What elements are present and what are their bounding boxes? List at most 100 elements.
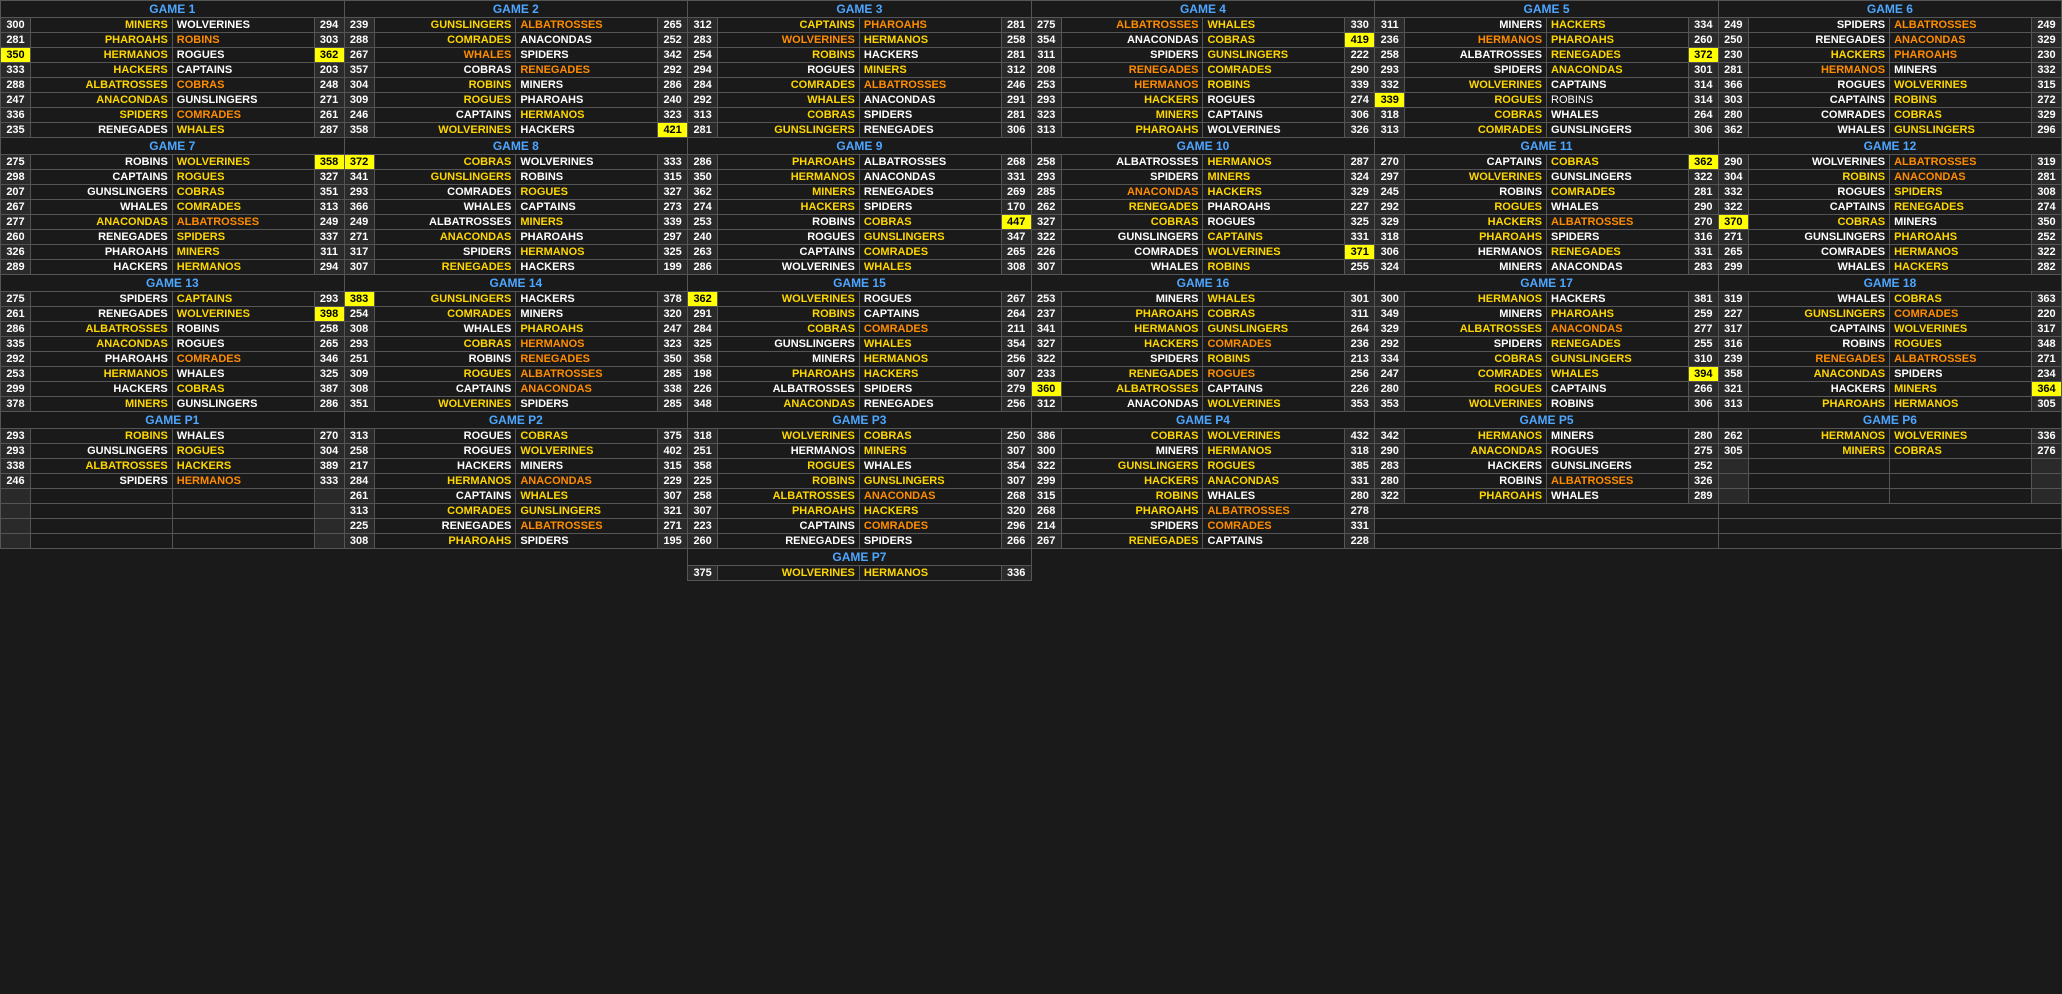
score: 270 <box>314 429 344 444</box>
team: ALBATROSSES <box>718 382 860 397</box>
team: MINERS <box>1061 108 1203 123</box>
score: 332 <box>1375 78 1405 93</box>
team: PHAROAHS <box>516 230 658 245</box>
team: CAPTAINS <box>718 245 860 260</box>
score: 292 <box>1375 200 1405 215</box>
team: HACKERS <box>1061 337 1203 352</box>
team: HERMANOS <box>516 245 658 260</box>
score: 253 <box>1 367 31 382</box>
score: 322 <box>1031 230 1061 245</box>
team: COBRAS <box>1405 352 1547 367</box>
score: 342 <box>1375 429 1405 444</box>
score: 217 <box>344 459 374 474</box>
team: COBRAS <box>718 108 860 123</box>
team: HACKERS <box>718 200 860 215</box>
team: WHALES <box>1203 292 1345 307</box>
game1-header: GAME 1 <box>1 1 345 18</box>
team: HERMANOS <box>1061 322 1203 337</box>
team: PHAROAHS <box>374 534 516 549</box>
team: CAPTAINS <box>1203 230 1345 245</box>
team: WOLVERINES <box>1203 397 1345 412</box>
score <box>314 504 344 519</box>
team: CAPTAINS <box>1203 382 1345 397</box>
score: 309 <box>344 93 374 108</box>
team: COMRADES <box>859 519 1001 534</box>
team: ALBATROSSES <box>31 459 173 474</box>
team: ROBINS <box>1405 185 1547 200</box>
score: 307 <box>1031 260 1061 275</box>
score: 300 <box>1 18 31 33</box>
team: MINERS <box>1061 292 1203 307</box>
score: 170 <box>1001 200 1031 215</box>
team: SPIDERS <box>1061 519 1203 534</box>
score: 251 <box>688 444 718 459</box>
score: 225 <box>344 519 374 534</box>
score: 338 <box>1 459 31 474</box>
score: 274 <box>2032 200 2062 215</box>
empty-cell <box>1 566 345 581</box>
team: HACKERS <box>1748 48 1889 63</box>
team: ROBINS <box>1203 352 1345 367</box>
team: PHAROAHS <box>1547 307 1689 322</box>
team: RENEGADES <box>31 230 173 245</box>
score: 198 <box>688 367 718 382</box>
empty-cell <box>1375 549 1719 566</box>
score: 303 <box>314 33 344 48</box>
score: 270 <box>1688 215 1718 230</box>
score-highlight: 394 <box>1688 367 1718 382</box>
team: WOLVERINES <box>1405 78 1547 93</box>
score: 307 <box>658 489 688 504</box>
score: 337 <box>314 230 344 245</box>
score <box>1 519 31 534</box>
score: 351 <box>314 185 344 200</box>
team: ROGUES <box>718 230 860 245</box>
score: 258 <box>344 444 374 459</box>
team: MINERS <box>1890 215 2032 230</box>
team: MINERS <box>1061 444 1203 459</box>
team: HERMANOS <box>1061 78 1203 93</box>
team: ROGUES <box>718 459 860 474</box>
score: 294 <box>314 260 344 275</box>
score: 342 <box>658 48 688 63</box>
score: 270 <box>1375 155 1405 170</box>
score: 389 <box>314 459 344 474</box>
score: 313 <box>688 108 718 123</box>
empty-cell <box>1 549 345 566</box>
team: RENEGADES <box>718 534 860 549</box>
score: 314 <box>1688 78 1718 93</box>
score: 325 <box>314 367 344 382</box>
team: WHALES <box>1547 489 1689 504</box>
score: 292 <box>688 93 718 108</box>
team: WOLVERINES <box>1203 245 1345 260</box>
empty-cell <box>344 549 688 566</box>
team: PHAROAHS <box>1748 397 1889 412</box>
score: 292 <box>1 352 31 367</box>
score: 195 <box>658 534 688 549</box>
team: CAPTAINS <box>374 489 516 504</box>
team: ROBINS <box>172 322 314 337</box>
team: ALBATROSSES <box>718 489 860 504</box>
score: 256 <box>1001 352 1031 367</box>
team: RENEGADES <box>1748 33 1889 48</box>
team: HACKERS <box>1061 474 1203 489</box>
score: 322 <box>1688 170 1718 185</box>
team: WOLVERINES <box>374 123 516 138</box>
score: 331 <box>1345 519 1375 534</box>
team: ROBINS <box>31 155 173 170</box>
team: RENEGADES <box>1547 337 1689 352</box>
score: 338 <box>658 382 688 397</box>
team: ROGUES <box>859 292 1001 307</box>
score: 226 <box>1345 382 1375 397</box>
score: 222 <box>1345 48 1375 63</box>
empty-cell <box>1375 566 1719 581</box>
team: PHAROAHS <box>1405 489 1547 504</box>
team: SPIDERS <box>1061 170 1203 185</box>
score: 269 <box>1001 185 1031 200</box>
team: ANACONDAS <box>31 215 173 230</box>
score: 292 <box>1375 337 1405 352</box>
score <box>1718 474 1748 489</box>
team: COBRAS <box>859 215 1001 230</box>
score: 260 <box>1688 33 1718 48</box>
team: HERMANOS <box>172 474 314 489</box>
score: 304 <box>344 78 374 93</box>
